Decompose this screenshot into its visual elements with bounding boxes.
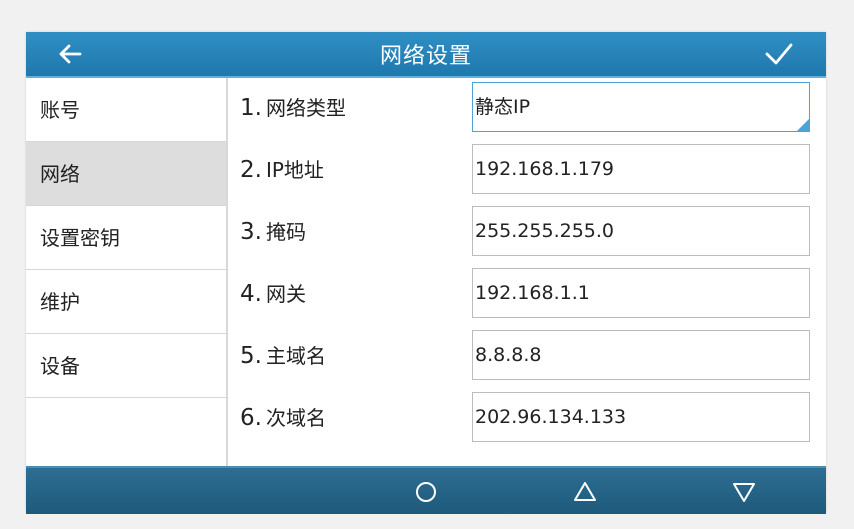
sidebar: 账号 网络 设置密钥 维护 设备 [26,78,228,466]
setting-number: 5. [240,343,262,369]
setting-row-primary-dns: 5. 主域名 8.8.8.8 [228,326,826,388]
sidebar-item-network[interactable]: 网络 [26,142,226,206]
settings-panel: 1. 网络类型 静态IP 2. IP地址 192.168.1.179 3. 掩码 25… [228,78,826,466]
setting-row-gateway: 4. 网关 192.168.1.1 [228,264,826,326]
softkey-bar [26,466,826,514]
setting-label: 3. 掩码 [240,216,306,245]
title-bar: 网络设置 [26,32,826,78]
setting-number: 1. [240,95,262,121]
page-title: 网络设置 [379,44,472,69]
sidebar-item-account[interactable]: 账号 [26,78,226,142]
setting-number: 4. [240,281,262,307]
setting-number: 6. [240,405,262,431]
dropdown-corner-icon [797,119,809,131]
sidebar-item-device[interactable]: 设备 [26,334,226,398]
setting-label-text: 次域名 [265,406,326,430]
checkmark-icon[interactable] [764,40,794,68]
phone-screen: 网络设置 账号 网络 设置密钥 维护 设备 1. 网络类型 静态IP 2. IP地址 [26,32,826,514]
setting-row-ip-address: 2. IP地址 192.168.1.179 [228,140,826,202]
circle-icon[interactable] [413,479,439,505]
primary-dns-input[interactable]: 8.8.8.8 [472,330,810,380]
setting-label: 1. 网络类型 [240,92,346,121]
network-type-select[interactable]: 静态IP [472,82,810,132]
setting-label-text: 主域名 [265,344,326,368]
ip-address-input[interactable]: 192.168.1.179 [472,144,810,194]
setting-label: 4. 网关 [240,278,306,307]
setting-label-text: 掩码 [265,220,306,244]
setting-label-text: 网关 [265,282,306,306]
setting-row-secondary-dns: 6. 次域名 202.96.134.133 [228,388,826,450]
secondary-dns-input[interactable]: 202.96.134.133 [472,392,810,442]
setting-label: 2. IP地址 [240,154,324,183]
setting-row-subnet-mask: 3. 掩码 255.255.255.0 [228,202,826,264]
triangle-down-icon[interactable] [731,479,757,505]
network-type-value: 静态IP [475,96,531,118]
subnet-mask-input[interactable]: 255.255.255.0 [472,206,810,256]
gateway-input[interactable]: 192.168.1.1 [472,268,810,318]
sidebar-item-set-key[interactable]: 设置密钥 [26,206,226,270]
triangle-up-icon[interactable] [572,479,598,505]
setting-label: 5. 主域名 [240,340,326,369]
setting-label-text: IP地址 [265,158,324,182]
setting-label: 6. 次域名 [240,402,326,431]
setting-number: 3. [240,219,262,245]
setting-number: 2. [240,157,262,183]
sidebar-item-maintenance[interactable]: 维护 [26,270,226,334]
setting-label-text: 网络类型 [265,96,346,120]
setting-row-network-type: 1. 网络类型 静态IP [228,78,826,140]
